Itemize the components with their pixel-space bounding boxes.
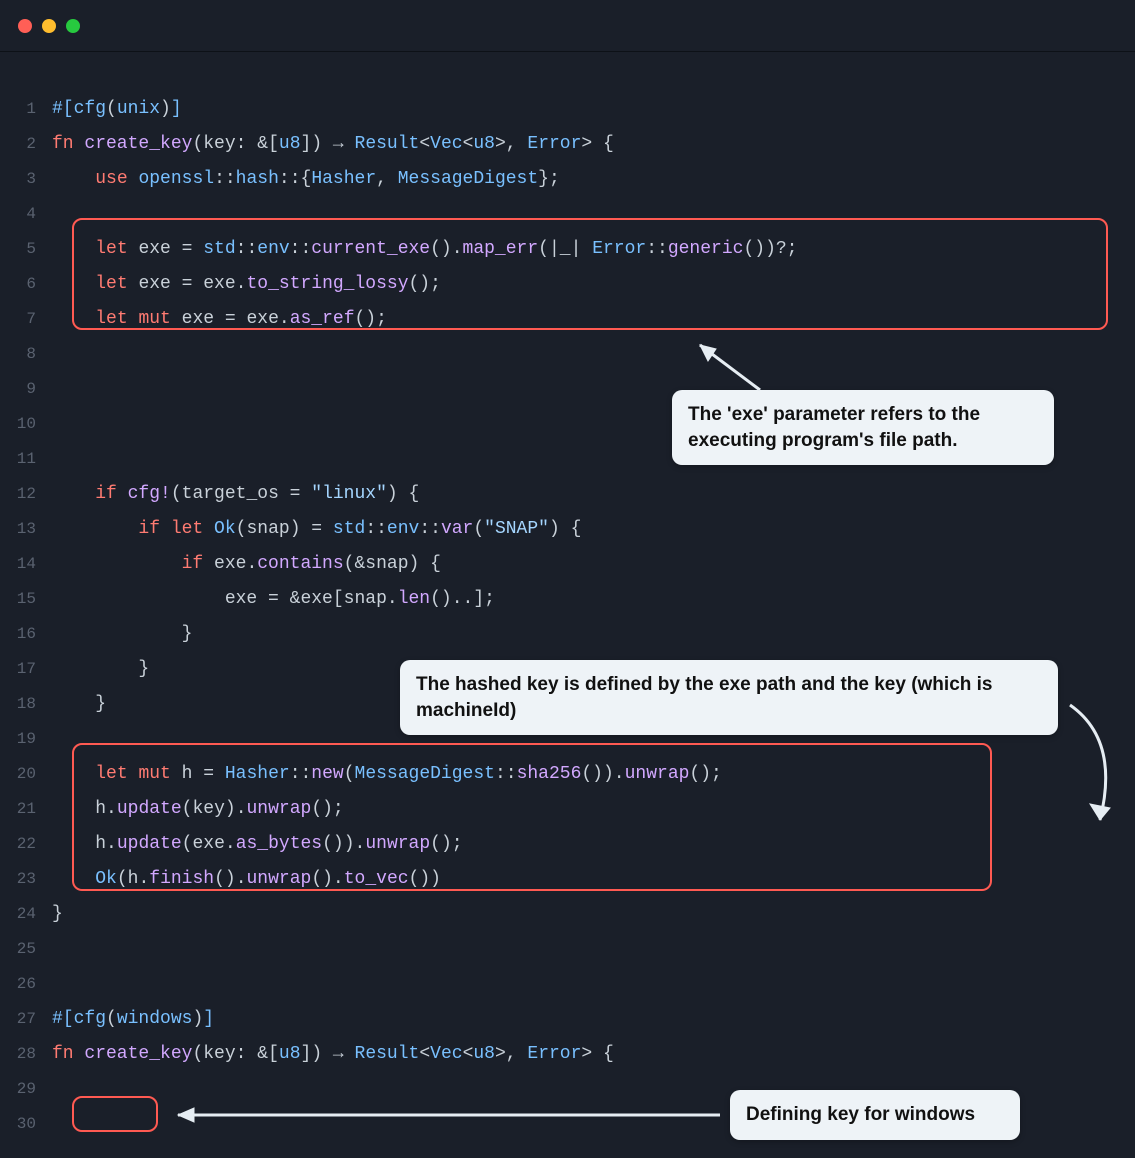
code-editor[interactable]: 1#[cfg(unix)]2fn create_key(key: &[u8]) … [0,52,1135,1142]
line-number: 7 [0,302,52,337]
code-content[interactable]: } [52,897,1135,932]
code-content[interactable]: fn create_key(key: &[u8]) → Result<Vec<u… [52,127,1135,162]
code-line[interactable]: 1#[cfg(unix)] [0,92,1135,127]
code-line[interactable]: 7 let mut exe = exe.as_ref(); [0,302,1135,337]
code-line[interactable]: 24} [0,897,1135,932]
minimize-icon[interactable] [42,19,56,33]
code-line[interactable]: 8 [0,337,1135,372]
code-line[interactable]: 6 let exe = exe.to_string_lossy(); [0,267,1135,302]
code-content[interactable]: use openssl::hash::{Hasher, MessageDiges… [52,162,1135,197]
code-line[interactable]: 21 h.update(key).unwrap(); [0,792,1135,827]
code-line[interactable]: 14 if exe.contains(&snap) { [0,547,1135,582]
line-number: 21 [0,792,52,827]
code-content[interactable]: exe = &exe[snap.len()..]; [52,582,1135,617]
annotation-hashed-key: The hashed key is defined by the exe pat… [400,660,1058,735]
code-line[interactable]: 12 if cfg!(target_os = "linux") { [0,477,1135,512]
code-content[interactable]: } [52,617,1135,652]
code-line[interactable]: 3 use openssl::hash::{Hasher, MessageDig… [0,162,1135,197]
code-content[interactable]: if let Ok(snap) = std::env::var("SNAP") … [52,512,1135,547]
code-content[interactable]: let exe = std::env::current_exe().map_er… [52,232,1135,267]
line-number: 1 [0,92,52,127]
code-line[interactable]: 16 } [0,617,1135,652]
line-number: 15 [0,582,52,617]
code-line[interactable]: 15 exe = &exe[snap.len()..]; [0,582,1135,617]
code-line[interactable]: 22 h.update(exe.as_bytes()).unwrap(); [0,827,1135,862]
line-number: 26 [0,967,52,1002]
line-number: 24 [0,897,52,932]
line-number: 18 [0,687,52,722]
code-content[interactable]: let mut exe = exe.as_ref(); [52,302,1135,337]
close-icon[interactable] [18,19,32,33]
code-content[interactable]: if exe.contains(&snap) { [52,547,1135,582]
window-titlebar [0,0,1135,52]
line-number: 12 [0,477,52,512]
code-line[interactable]: 25 [0,932,1135,967]
code-line[interactable]: 4 [0,197,1135,232]
line-number: 19 [0,722,52,757]
code-content[interactable]: fn create_key(key: &[u8]) → Result<Vec<u… [52,1037,1135,1072]
annotation-windows-key: Defining key for windows [730,1090,1020,1140]
code-content[interactable]: h.update(exe.as_bytes()).unwrap(); [52,827,1135,862]
line-number: 5 [0,232,52,267]
code-line[interactable]: 27#[cfg(windows)] [0,1002,1135,1037]
code-line[interactable]: 2fn create_key(key: &[u8]) → Result<Vec<… [0,127,1135,162]
line-number: 16 [0,617,52,652]
line-number: 20 [0,757,52,792]
line-number: 6 [0,267,52,302]
code-line[interactable]: 13 if let Ok(snap) = std::env::var("SNAP… [0,512,1135,547]
line-number: 22 [0,827,52,862]
code-content[interactable]: #[cfg(unix)] [52,92,1135,127]
line-number: 9 [0,372,52,407]
code-content[interactable]: let mut h = Hasher::new(MessageDigest::s… [52,757,1135,792]
line-number: 8 [0,337,52,372]
line-number: 23 [0,862,52,897]
code-line[interactable]: 5 let exe = std::env::current_exe().map_… [0,232,1135,267]
line-number: 30 [0,1107,52,1142]
code-content[interactable]: let exe = exe.to_string_lossy(); [52,267,1135,302]
line-number: 13 [0,512,52,547]
code-line[interactable]: 20 let mut h = Hasher::new(MessageDigest… [0,757,1135,792]
code-line[interactable]: 26 [0,967,1135,1002]
code-content[interactable]: #[cfg(windows)] [52,1002,1135,1037]
code-line[interactable]: 28fn create_key(key: &[u8]) → Result<Vec… [0,1037,1135,1072]
line-number: 3 [0,162,52,197]
code-content[interactable]: if cfg!(target_os = "linux") { [52,477,1135,512]
code-line[interactable]: 23 Ok(h.finish().unwrap().to_vec()) [0,862,1135,897]
line-number: 29 [0,1072,52,1107]
line-number: 25 [0,932,52,967]
line-number: 4 [0,197,52,232]
line-number: 27 [0,1002,52,1037]
annotation-exe-path: The 'exe' parameter refers to the execut… [672,390,1054,465]
line-number: 28 [0,1037,52,1072]
code-content[interactable]: Ok(h.finish().unwrap().to_vec()) [52,862,1135,897]
code-content[interactable]: h.update(key).unwrap(); [52,792,1135,827]
maximize-icon[interactable] [66,19,80,33]
line-number: 10 [0,407,52,442]
line-number: 17 [0,652,52,687]
line-number: 14 [0,547,52,582]
line-number: 2 [0,127,52,162]
line-number: 11 [0,442,52,477]
